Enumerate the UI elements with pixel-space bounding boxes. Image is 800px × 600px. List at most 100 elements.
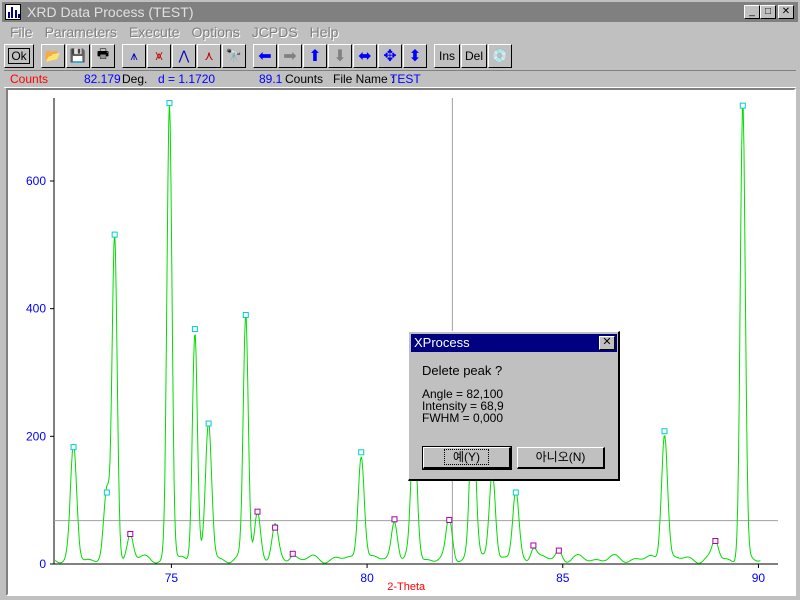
expand-horizontal-button[interactable]: ⬌	[353, 44, 377, 68]
peak-marker	[191, 326, 198, 333]
peak-marker	[739, 102, 746, 109]
ok-label: Ok	[8, 48, 30, 64]
peak-marker	[661, 428, 668, 435]
window-title: XRD Data Process (TEST)	[27, 4, 194, 20]
expand-vertical-icon: ⬍	[408, 48, 422, 65]
y-tick-label: 400	[26, 302, 46, 316]
minor-peak-marker	[254, 508, 261, 515]
ins-button[interactable]: Ins	[434, 44, 460, 68]
status-file-name: TEST	[390, 72, 421, 86]
status-count-value: 89.1	[259, 72, 283, 86]
yes-label: 예(Y)	[443, 449, 490, 465]
x-axis-label: 2-Theta	[387, 581, 426, 593]
menu-help[interactable]: Help	[304, 24, 345, 40]
toolbar: Ok 📂 💾 🖶 ⩚ ⩙ ⋀ ⋏ 🔭 ⬅ ➡ ⬆ ⬇ ⬌ ✥ ⬍ Ins Del…	[4, 43, 796, 69]
peak-marker	[166, 100, 173, 107]
peak-marker	[358, 449, 365, 456]
peak-marker	[205, 420, 212, 427]
find-button[interactable]: 🔭	[222, 44, 246, 68]
spectrum-red-icon: ⩙	[155, 48, 163, 63]
app-icon	[5, 4, 21, 20]
move-down-button[interactable]: ⬇	[328, 44, 352, 68]
arrow-down-icon: ⬇	[333, 48, 347, 65]
minimize-button[interactable]: _	[744, 5, 760, 19]
binoculars-icon: 🔭	[225, 48, 243, 63]
spectrum-blue-icon: ⩚	[130, 48, 138, 63]
x-tick-label: 75	[165, 571, 179, 585]
expand-all-button[interactable]: ✥	[378, 44, 402, 68]
dialog-title-bar[interactable]: XProcess ✕	[411, 334, 617, 352]
minor-peak-marker	[391, 516, 398, 523]
del-button[interactable]: Del	[461, 44, 487, 68]
peak-marker	[70, 444, 77, 451]
x-tick-label: 90	[752, 571, 766, 585]
minor-peak-marker	[712, 538, 719, 545]
spectrum-button-2[interactable]: ⩙	[147, 44, 171, 68]
peak-marker	[512, 489, 519, 496]
x-tick-label: 85	[556, 571, 570, 585]
expand-vertical-button[interactable]: ⬍	[403, 44, 427, 68]
menu-parameters[interactable]: Parameters	[39, 24, 123, 40]
status-counts-label: Counts	[10, 72, 49, 86]
minor-peak-marker	[555, 547, 562, 554]
print-icon: 🖶	[96, 46, 110, 61]
close-button[interactable]: ✕	[778, 5, 794, 19]
spectrum-button-1[interactable]: ⩚	[122, 44, 146, 68]
peak-marker	[111, 231, 118, 238]
peak-marker	[103, 489, 110, 496]
minor-peak-marker	[530, 542, 537, 549]
dialog-fwhm: FWHM = 0,000	[422, 411, 504, 425]
minor-peak-marker	[289, 550, 296, 557]
arrow-up-icon: ⬆	[308, 48, 322, 65]
x-tick-label: 80	[360, 571, 374, 585]
status-file-label: File Name :	[333, 72, 395, 86]
expand-horizontal-icon: ⬌	[358, 48, 372, 65]
main-window: XRD Data Process (TEST) _ □ ✕ File Param…	[0, 0, 800, 600]
title-bar[interactable]: XRD Data Process (TEST) _ □ ✕	[2, 2, 798, 22]
minor-peak-marker	[127, 530, 134, 537]
move-left-button[interactable]: ⬅	[253, 44, 277, 68]
disc-button[interactable]: 💿	[488, 44, 512, 68]
xrd-chart[interactable]: 0 200 400 600 75 80 85 90 2-Theta	[8, 90, 794, 594]
y-tick-label: 0	[39, 557, 46, 571]
status-d-spacing: d = 1.1720	[158, 72, 216, 86]
expand-all-icon: ✥	[383, 48, 397, 65]
menu-bar: File Parameters Execute Options JCPDS He…	[4, 22, 344, 42]
move-up-button[interactable]: ⬆	[303, 44, 327, 68]
plot-area[interactable]: 0 200 400 600 75 80 85 90 2-Theta	[6, 88, 796, 596]
status-bar: Counts 82.179 Deg. d = 1.1720 89.1 Count…	[4, 70, 796, 88]
spectrum-red-peaks-icon: ⋏	[204, 48, 214, 63]
menu-execute[interactable]: Execute	[123, 24, 186, 40]
disc-icon: 💿	[491, 48, 509, 63]
spectrum-button-3[interactable]: ⋀	[172, 44, 196, 68]
save-disk-icon: 💾	[69, 48, 87, 63]
minor-peak-marker	[446, 516, 453, 523]
menu-options[interactable]: Options	[186, 24, 246, 40]
peak-marker	[242, 312, 249, 319]
move-right-button[interactable]: ➡	[278, 44, 302, 68]
spectrum-button-4[interactable]: ⋏	[197, 44, 221, 68]
minor-peak-marker	[272, 524, 279, 531]
dialog-question: Delete peak ?	[422, 363, 503, 378]
menu-jcpds[interactable]: JCPDS	[246, 24, 304, 40]
save-button[interactable]: 💾	[66, 44, 90, 68]
ok-button[interactable]: Ok	[4, 44, 34, 68]
arrow-right-icon: ➡	[283, 48, 297, 65]
spectrum-peaks-icon: ⋀	[178, 48, 190, 63]
no-button[interactable]: 아니오(N)	[517, 447, 605, 469]
maximize-button[interactable]: □	[760, 5, 776, 19]
open-folder-icon: 📂	[44, 48, 62, 63]
print-button[interactable]: 🖶	[91, 44, 115, 68]
dialog-title: XProcess	[414, 335, 470, 350]
menu-file[interactable]: File	[4, 24, 39, 40]
delete-peak-dialog: XProcess ✕ Delete peak ? Angle = 82,100 …	[408, 331, 620, 481]
status-angle-value: 82.179	[84, 72, 121, 86]
y-tick-label: 200	[26, 429, 46, 443]
yes-button[interactable]: 예(Y)	[422, 446, 512, 470]
arrow-left-icon: ⬅	[258, 48, 272, 65]
open-button[interactable]: 📂	[41, 44, 65, 68]
status-angle-unit: Deg.	[122, 72, 148, 86]
status-count-unit: Counts	[285, 72, 324, 86]
y-tick-label: 600	[26, 174, 46, 188]
dialog-close-button[interactable]: ✕	[599, 336, 615, 350]
